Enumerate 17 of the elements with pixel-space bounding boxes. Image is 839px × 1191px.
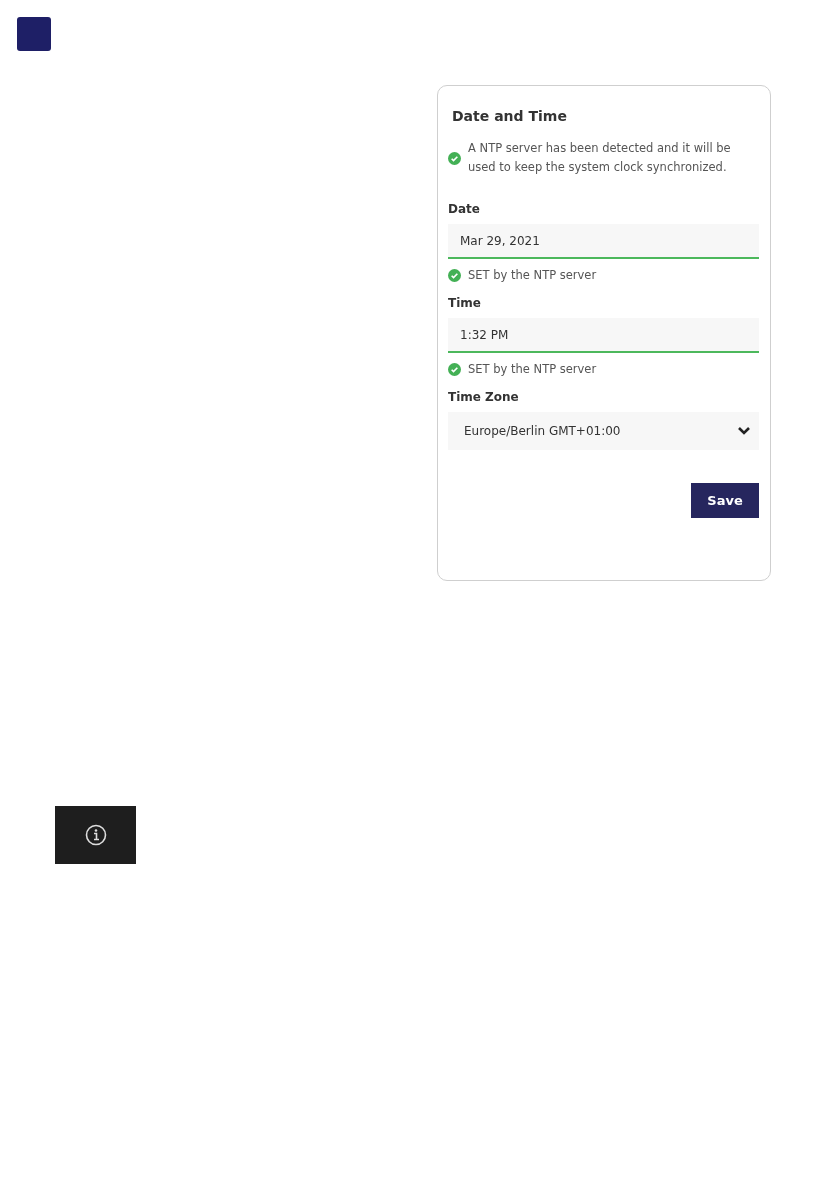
field-label: Time [448, 296, 482, 310]
check-circle-icon [448, 268, 461, 282]
field-label: Time Zone [448, 390, 520, 404]
info-icon [84, 824, 107, 846]
chevron-down-icon [737, 426, 751, 436]
logo-square [17, 17, 51, 51]
check-circle-icon [448, 151, 461, 165]
check-circle-icon [448, 362, 461, 376]
select-field[interactable]: Europe/Berlin GMT+01:00 [448, 412, 759, 450]
notice-text: A NTP server has been detected and it will be used to keep the system clock synchronized. [468, 140, 732, 176]
input-field[interactable]: Mar 29, 2021 [448, 224, 759, 259]
card-title: Date and Time [452, 108, 568, 124]
hint-text: SET by the NTP server [468, 268, 597, 282]
save-button[interactable]: Save [691, 483, 759, 518]
hint-text: SET by the NTP server [468, 362, 597, 376]
input-field[interactable]: 1:32 PM [448, 318, 759, 353]
field-label: Date [448, 202, 481, 216]
